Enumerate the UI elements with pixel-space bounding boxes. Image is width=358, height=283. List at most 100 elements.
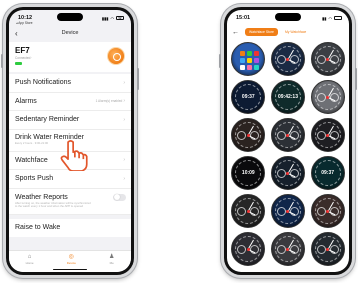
- chevron-right-icon: ›: [123, 157, 125, 164]
- dial-sub1: [316, 55, 326, 64]
- menu-item-label: Sedentary Reminder: [15, 116, 80, 124]
- watchface-partial-3[interactable]: [310, 232, 345, 266]
- watchface-gauge[interactable]: [270, 156, 305, 190]
- person-icon: ♟: [109, 254, 115, 260]
- dial-sub1: [276, 207, 286, 216]
- dial-ring: [314, 160, 341, 186]
- dial-sub1: [276, 55, 286, 64]
- app-tile-icon: [247, 65, 253, 70]
- chevron-right-icon: ›: [123, 98, 125, 105]
- signal-icon: ▮▮: [322, 15, 327, 21]
- tab-home[interactable]: ⌂ Home: [26, 254, 34, 272]
- home-indicator: [53, 268, 87, 270]
- watchface-digital-teal[interactable]: 09:42:13: [270, 80, 305, 114]
- signal-icon: ▮▮▮: [101, 15, 109, 21]
- watchface-teal-digital[interactable]: 09:37: [310, 156, 345, 190]
- watchface-sport[interactable]: [231, 194, 266, 228]
- menu-item-label: Weather Reports: [15, 193, 68, 201]
- device-icon: ◎: [68, 254, 74, 260]
- menu-item-sedentary-reminder[interactable]: Sedentary Reminder ›: [9, 111, 131, 130]
- weather-reports-toggle[interactable]: [113, 193, 126, 201]
- app-tile-icon: [247, 58, 253, 63]
- watchface-grid: 09:37 09:42:13 10:09 09:37: [227, 38, 349, 270]
- dial-sub1: [276, 169, 286, 178]
- home-icon: ⌂: [27, 254, 32, 260]
- watchface-skeleton[interactable]: [310, 42, 345, 76]
- watchface-digital-black[interactable]: 10:09: [231, 156, 266, 190]
- dial-dot: [326, 209, 330, 213]
- menu-item-label: Sports Push: [15, 175, 54, 183]
- app-tile-icon: [254, 65, 260, 70]
- screen-watchface-store: 15:01 ▮▮ ◠ ← Watchface Store My Watchfac…: [227, 10, 349, 272]
- pointing-hand-icon: [60, 139, 88, 171]
- device-card[interactable]: EF7 Connected ·: [9, 42, 131, 72]
- status-bar: 15:01 ▮▮ ◠: [227, 10, 349, 26]
- status-bar: 10:12 ◂ App Store ▮▮▮ ◠ 52: [9, 10, 131, 26]
- watchface-classic[interactable]: [310, 118, 345, 152]
- dial-sub1: [316, 93, 326, 102]
- watchface-silver[interactable]: [310, 80, 345, 114]
- segmented-control: Watchface Store My Watchface: [245, 28, 310, 36]
- menu-item-weather-reports[interactable]: Weather Reports After turning on, the we…: [9, 189, 131, 215]
- power-button: [355, 68, 357, 90]
- app-tile-icon: [254, 51, 260, 56]
- alarms-summary: 1 Alarm(s) enabled: [95, 99, 123, 104]
- watchface-partial-2[interactable]: [270, 232, 305, 266]
- dial-dot: [246, 247, 250, 251]
- tab-label: Device: [66, 261, 76, 265]
- back-to-app-store[interactable]: ◂ App Store: [16, 21, 33, 25]
- menu-item-description: After turning on, the weather informatio…: [15, 200, 91, 208]
- app-tile-icon: [240, 65, 246, 70]
- dial-dot: [326, 57, 330, 61]
- watch-avatar-icon: [107, 47, 125, 65]
- watchface-apps[interactable]: [231, 42, 266, 76]
- app-tile-icon: [240, 58, 246, 63]
- dial-dot: [326, 95, 330, 99]
- chevron-right-icon: ›: [123, 79, 125, 86]
- tab-me[interactable]: ♟ Me: [109, 254, 114, 272]
- status-time: 15:01: [236, 15, 251, 21]
- back-arrow-icon[interactable]: ←: [232, 29, 239, 36]
- dial-dot: [326, 133, 330, 137]
- watchface-blue-dial[interactable]: [270, 194, 305, 228]
- watchface-digital-blue[interactable]: 09:37: [231, 80, 266, 114]
- menu-item-sports-push[interactable]: Sports Push ›: [9, 170, 131, 189]
- dial-sub1: [316, 245, 326, 254]
- tab-watchface-store[interactable]: Watchface Store: [245, 28, 278, 36]
- battery-icon: [334, 16, 342, 20]
- dynamic-island: [57, 13, 83, 21]
- app-tile-icon: [240, 51, 246, 56]
- dial-sub1: [276, 245, 286, 254]
- tab-label: Home: [25, 261, 34, 265]
- watchface-steel[interactable]: [270, 118, 305, 152]
- watchface-chrono-orange[interactable]: [231, 118, 266, 152]
- dial-sub1: [276, 131, 286, 140]
- menu-item-label: Alarms: [15, 97, 37, 105]
- menu-item-raise-to-wake[interactable]: Raise to Wake: [9, 219, 131, 238]
- watchface-chrono-blue[interactable]: [270, 42, 305, 76]
- dynamic-island: [275, 13, 301, 21]
- menu-item-label: Raise to Wake: [15, 224, 61, 232]
- power-button: [137, 68, 139, 90]
- tab-my-watchface[interactable]: My Watchface: [281, 28, 310, 36]
- menu-item-alarms[interactable]: Alarms 1 Alarm(s) enabled ›: [9, 93, 131, 111]
- device-battery-icon: [15, 62, 22, 65]
- dial-ring: [235, 84, 262, 110]
- menu-item-label: Push Notifications: [15, 79, 72, 87]
- bezel: 15:01 ▮▮ ◠ ← Watchface Store My Watchfac…: [224, 7, 352, 275]
- chevron-right-icon: ›: [123, 175, 125, 182]
- dial-dot: [246, 209, 250, 213]
- menu-item-push-notifications[interactable]: Push Notifications ›: [9, 74, 131, 93]
- dial-ring: [274, 84, 301, 110]
- status-icons: ▮▮ ◠: [322, 16, 342, 21]
- tab-label: Me: [109, 261, 114, 265]
- watchface-partial-1[interactable]: [231, 232, 266, 266]
- status-icons: ▮▮▮ ◠ 52: [102, 16, 124, 21]
- chevron-right-icon: ›: [123, 116, 125, 123]
- wifi-icon: ◠: [110, 15, 115, 21]
- dial-ring: [235, 160, 262, 186]
- app-tile-icon: [254, 58, 260, 63]
- watchface-rose[interactable]: [310, 194, 345, 228]
- nav-bar: ‹ Device: [9, 26, 131, 40]
- volume-button: [1, 54, 3, 68]
